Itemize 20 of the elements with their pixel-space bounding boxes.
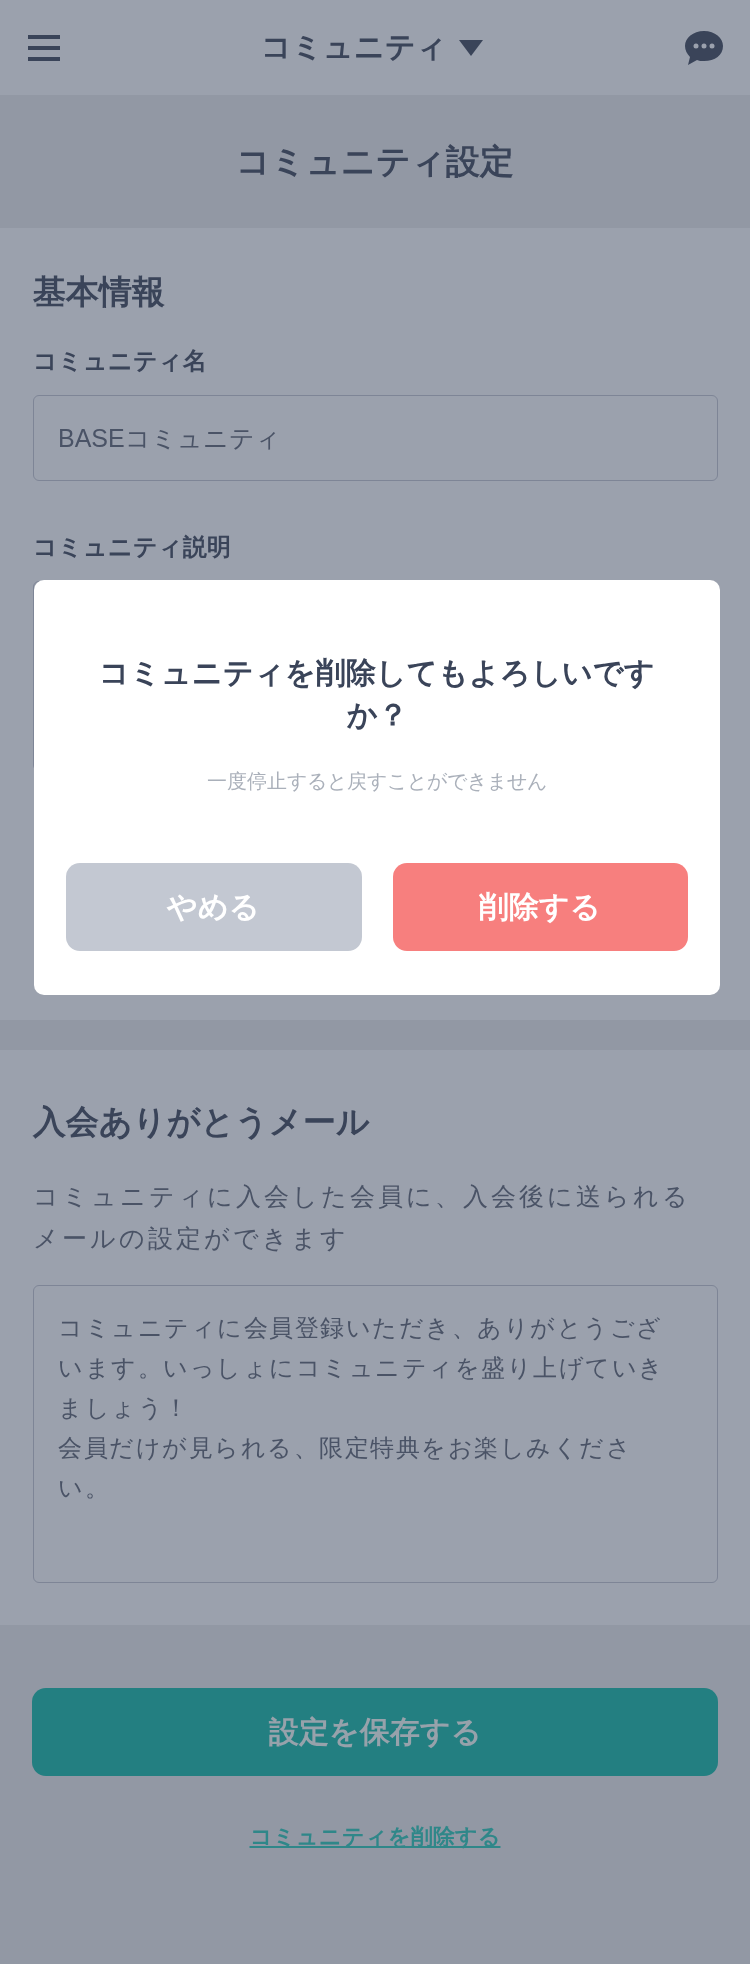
- delete-button[interactable]: 削除する: [392, 863, 688, 951]
- cancel-button[interactable]: やめる: [66, 863, 362, 951]
- section-heading: 入会ありがとうメール: [33, 1102, 371, 1142]
- chat-icon[interactable]: [684, 28, 724, 67]
- delete-link[interactable]: コミュニティを削除する: [249, 1822, 501, 1852]
- section-heading: 基本情報: [33, 272, 166, 312]
- community-switcher[interactable]: コミュニティ: [261, 27, 447, 68]
- mail-body-paragraph: 会員だけが見られる、限定特典をお楽しみください。: [58, 1433, 633, 1503]
- save-button[interactable]: 設定を保存する: [32, 1688, 718, 1776]
- mail-body-field[interactable]: コミュニティに会員登録いただき、ありがとうございます。いっしょにコミュニティを盛り上げていきましょう！ 会員だけが見られる、限定特典をお楽しみください。: [33, 1285, 718, 1583]
- field-label: コミュニティ説明: [33, 532, 232, 562]
- mail-body-paragraph: コミュニティに会員登録いただき、ありがとうございます。いっしょにコミュニティを盛り上げていきましょう！: [58, 1313, 666, 1423]
- caret-icon[interactable]: [459, 39, 483, 56]
- dialog-title: コミュニティを削除してもよろしいですか？: [98, 655, 656, 733]
- menu-icon[interactable]: [28, 32, 60, 63]
- dialog-message: 一度停止すると戻すことができません: [207, 769, 547, 794]
- name-field[interactable]: BASEコミュニティ: [33, 395, 718, 481]
- page-title: コミュニティ設定: [236, 140, 514, 182]
- section-description: コミュニティに入会した会員に、入会後に送られるメールの設定ができます: [33, 1181, 692, 1254]
- field-label: コミュニティ名: [33, 346, 208, 376]
